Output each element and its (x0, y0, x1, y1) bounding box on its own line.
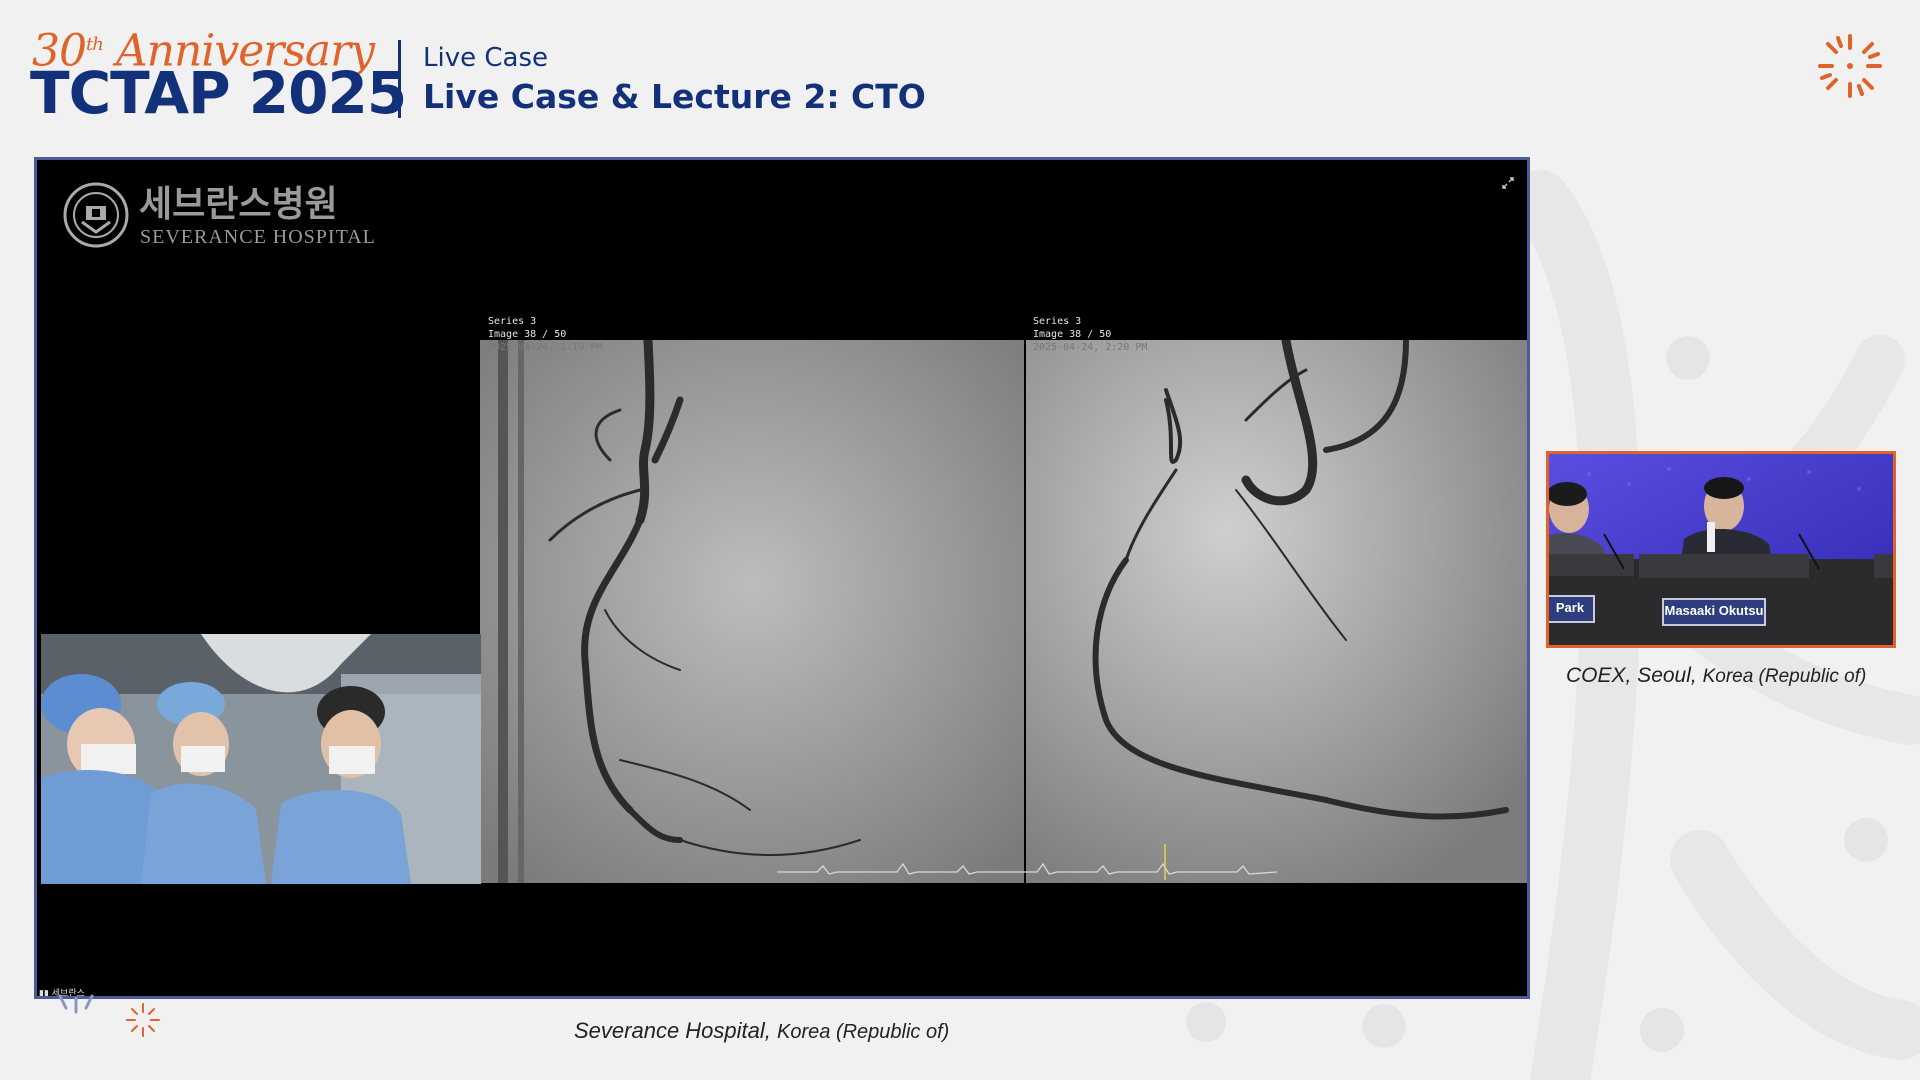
country: Korea (Republic of) (1702, 666, 1867, 687)
angiogram-right (1026, 340, 1527, 883)
angiogram-right-meta: Series 3 Image 38 / 50 2025-04-24, 2:20 PM (1033, 315, 1147, 354)
session-title: Live Case & Lecture 2: CTO (423, 77, 926, 116)
severance-logo: 세브란스병원 SEVERANCE HOSPITAL (63, 182, 375, 252)
ecg-trace (777, 844, 1277, 880)
main-feed-caption: Severance Hospital, Korea (Republic of) (574, 1018, 949, 1044)
image-index: Image 38 / 50 (1033, 329, 1112, 340)
angiogram-left-meta: Series 3 Image 38 / 50 2025-04-24, 2:19 PM (488, 315, 602, 354)
country: Korea (Republic of) (777, 1021, 950, 1043)
side-video-feed[interactable]: Park Masaaki Okutsu (1546, 451, 1896, 648)
cathlab-camera-inset (41, 634, 481, 884)
session-type: Live Case (423, 43, 548, 73)
nameplate-right: Masaaki Okutsu (1662, 598, 1766, 626)
nameplate-left: Park (1549, 595, 1595, 623)
header-divider (398, 40, 401, 118)
main-video-feed[interactable]: 세브란스병원 SEVERANCE HOSPITAL Series 3 Image… (34, 157, 1530, 999)
decorative-sparkle-icon (58, 994, 160, 1037)
series-label: Series 3 (488, 316, 537, 327)
side-feed-caption: COEX, Seoul, Korea (Republic of) (1566, 664, 1866, 688)
acquisition-datetime: 2025-04-24, 2:19 PM (488, 342, 603, 353)
expand-icon[interactable] (1501, 176, 1515, 190)
hospital-name-english: SEVERANCE HOSPITAL (140, 226, 376, 248)
location: COEX, Seoul, (1566, 664, 1697, 687)
event-logo: 30th Anniversary TCTAP 2025 (30, 20, 407, 126)
acquisition-datetime: 2025-04-24, 2:20 PM (1033, 342, 1148, 353)
image-index: Image 38 / 50 (488, 329, 567, 340)
sunburst-icon (1818, 34, 1882, 98)
event-name: TCTAP 2025 (30, 59, 407, 127)
location: Severance Hospital, (574, 1018, 771, 1043)
series-label: Series 3 (1033, 316, 1082, 327)
angiogram-left (480, 340, 1024, 883)
hospital-name-korean: 세브란스병원 (139, 184, 338, 225)
severance-seal-icon (63, 182, 129, 248)
